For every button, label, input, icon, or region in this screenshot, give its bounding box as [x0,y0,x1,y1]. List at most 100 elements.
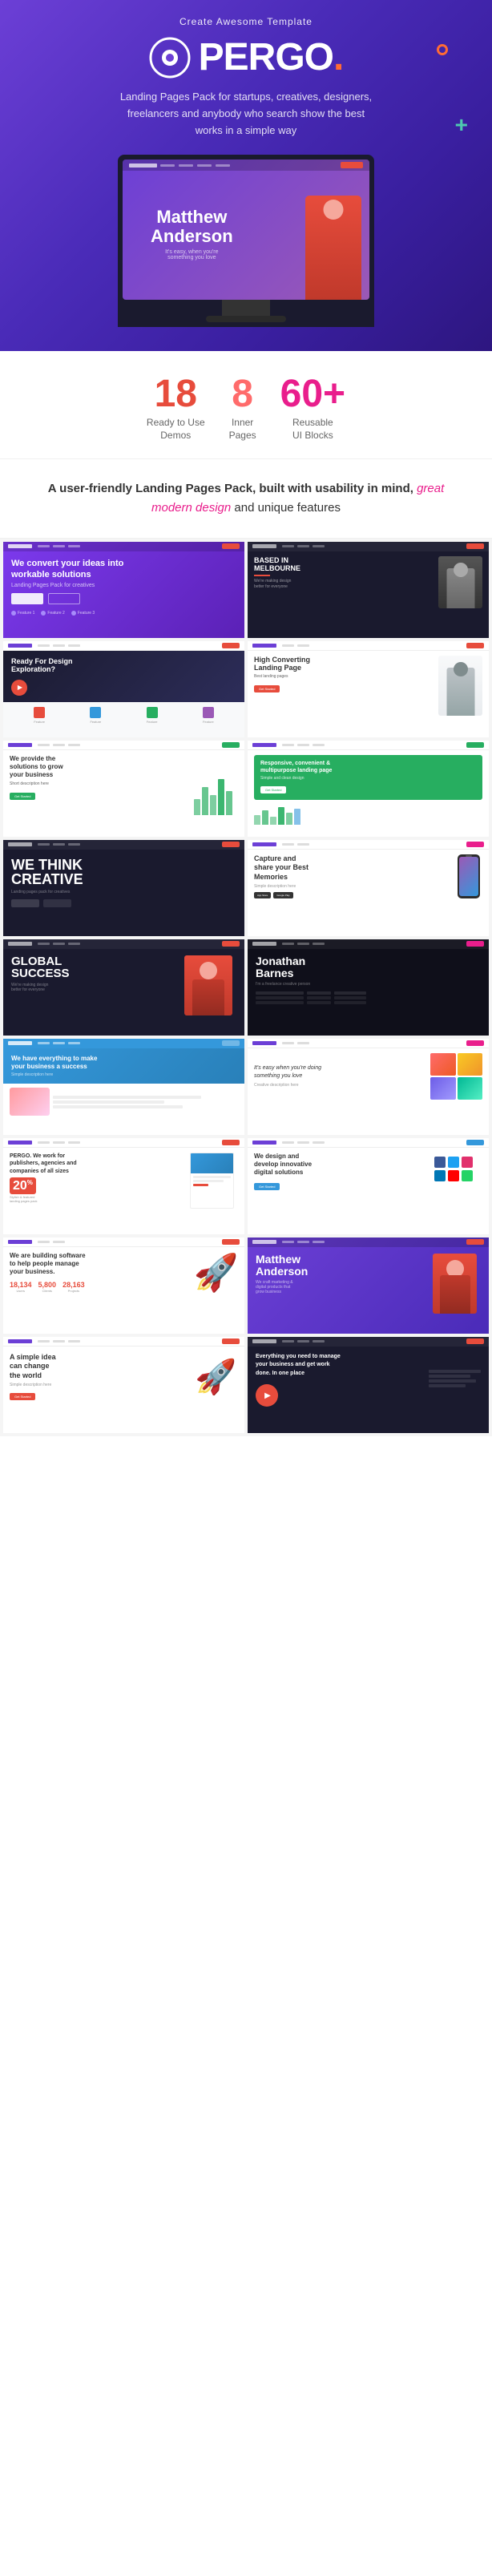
demo4-logo [252,644,276,648]
nav-link [38,943,50,945]
nav-link [313,1241,325,1243]
nav-link [313,744,325,746]
demo6-logo [252,743,276,747]
monitor-hero-text: MatthewAnderson [151,208,233,246]
demo15-stat1: 18,134 [10,1281,32,1289]
demo12-logo [252,1041,276,1045]
demo6-cta-btn [466,742,484,748]
demo-card-9[interactable]: GLOBALSUCCESS We're making designbetter … [3,939,244,1036]
demo-card-14[interactable]: We design anddevelop innovativedigital s… [248,1138,489,1234]
demo-card-5[interactable]: We provide thesolutions to growyour busi… [3,741,244,837]
demo-card-1[interactable]: We convert your ideas intoworkable solut… [3,542,244,638]
nav-link [297,1340,309,1343]
demo7-sub: Landing pages pack for creatives [11,890,236,894]
demo12-sub: Creative description here [254,1083,425,1088]
nav-link [68,1042,80,1044]
stat-blocks-label: ReusableUI Blocks [280,417,345,442]
demo2-image [438,556,482,608]
demo16-image [433,1254,481,1314]
nav-link [68,744,80,746]
demo-card-4[interactable]: High ConvertingLanding Page Best landing… [248,641,489,737]
nav-link [282,545,294,547]
demo11-logo [8,1041,32,1045]
demo-card-2[interactable]: BASED INMELBOURNE We're making designbet… [248,542,489,638]
nav-link [297,1042,309,1044]
demo10-table [256,991,481,1004]
intro-section: A user-friendly Landing Pages Pack, buil… [0,459,492,539]
demo-card-12[interactable]: It's easy when you're doingsomething you… [248,1039,489,1135]
demo14-title: We design anddevelop innovativedigital s… [254,1153,429,1177]
demo8-cta-btn [466,842,484,847]
demo16-sub: We craft marketing &digital products tha… [256,1280,428,1294]
demo13-preview [190,1153,238,1209]
stats-section: 18 Ready to UseDemos 8 InnerPages 60+ Re… [0,351,492,458]
demo4-content: High ConvertingLanding Page Best landing… [248,651,489,721]
nav-link [38,744,50,746]
demo6-content: Responsive, convenient &multipurpose lan… [248,750,489,830]
demo17-logo [8,1339,32,1343]
demo4-btn: Get Started [254,685,280,692]
demo14-socials [434,1153,482,1192]
demo13-content: PERGO. We work forpublishers, agencies a… [3,1148,244,1213]
nav-link [38,843,50,846]
demo-card-15[interactable]: We are building softwareto help people m… [3,1238,244,1334]
header-section: + Create Awesome Template PERGO. Landing… [0,0,492,351]
demo8-sub: Simple description here [254,884,450,889]
demo18-right [429,1370,481,1389]
demo8-app-store: App Store [254,892,271,898]
demo1-subtitle: Landing Pages Pack for creatives [11,583,236,588]
demo11-cta-btn [222,1040,240,1046]
demo17-btn: Get Started [10,1393,35,1400]
demo-card-16[interactable]: MatthewAnderson We craft marketing &digi… [248,1238,489,1334]
demo18-logo [252,1339,276,1343]
demo-card-7[interactable]: WE THINKCREATIVE Landing pages pack for … [3,840,244,936]
monitor-screen: MatthewAnderson It's easy, when you'reso… [123,159,369,300]
demo18-play-btn[interactable]: ▶ [256,1384,278,1407]
demo16-title: MatthewAnderson [256,1254,428,1278]
stat-blocks-number: 60+ [280,375,345,414]
demo-card-11[interactable]: We have everything to makeyour business … [3,1039,244,1135]
nav-link [282,1241,294,1243]
demo-card-10[interactable]: JonathanBarnes I'm a freelance creative … [248,939,489,1036]
nav-link [38,1340,50,1343]
demo3-icons-row: Feature Feature Feature Feature [3,702,244,729]
nav-link [53,744,65,746]
demo9-logo [8,942,32,946]
demo1-features: Feature 1 Feature 2 Feature 3 [11,611,236,616]
demo6-title: Responsive, convenient &multipurpose lan… [260,760,476,774]
demo13-logo [8,1141,32,1145]
demo7-title: WE THINKCREATIVE [11,858,236,886]
nav-link [53,843,65,846]
demo17-title: A simple ideacan changethe world [10,1353,189,1381]
demo5-title: We provide thesolutions to growyour busi… [10,755,185,780]
demo4-cta-btn [466,643,484,648]
demo13-cta-btn [222,1140,240,1145]
demo-card-13[interactable]: PERGO. We work forpublishers, agencies a… [3,1138,244,1234]
nav-link [297,943,309,945]
demo6-sub: Simple and clean design [260,776,476,781]
logo-text: PERGO. [199,35,344,79]
demo-card-6[interactable]: Responsive, convenient &multipurpose lan… [248,741,489,837]
demo-card-18[interactable]: Everything you need to manageyour busine… [248,1337,489,1433]
demo10-logo [252,942,276,946]
demo3-play-btn[interactable]: ▶ [11,680,27,696]
demo7-cta-btn [222,842,240,847]
monitor-mockup: MatthewAnderson It's easy, when you'reso… [16,155,476,327]
nav-link [282,1340,294,1343]
stat-demos: 18 Ready to UseDemos [147,375,205,442]
nav-link [297,644,309,647]
demo-card-3[interactable]: Ready For DesignExploration? ▶ Feature F… [3,641,244,737]
stat-demos-number: 18 [147,375,205,414]
stat-pages-number: 8 [229,375,256,414]
demo17-content: A simple ideacan changethe world Simple … [3,1347,244,1408]
nav-link [53,644,65,647]
nav-link [313,1141,325,1144]
demo-card-8[interactable]: Capture andshare your BestMemories Simpl… [248,840,489,936]
demo9-image [184,955,236,1015]
demo15-content: We are building softwareto help people m… [3,1247,244,1298]
demo14-btn: Get Started [254,1183,280,1190]
demo-card-17[interactable]: A simple ideacan changethe world Simple … [3,1337,244,1433]
nav-link [313,1340,325,1343]
demo15-stat2: 5,800 [38,1281,57,1289]
demo3-hero: Ready For DesignExploration? ▶ [3,651,244,702]
